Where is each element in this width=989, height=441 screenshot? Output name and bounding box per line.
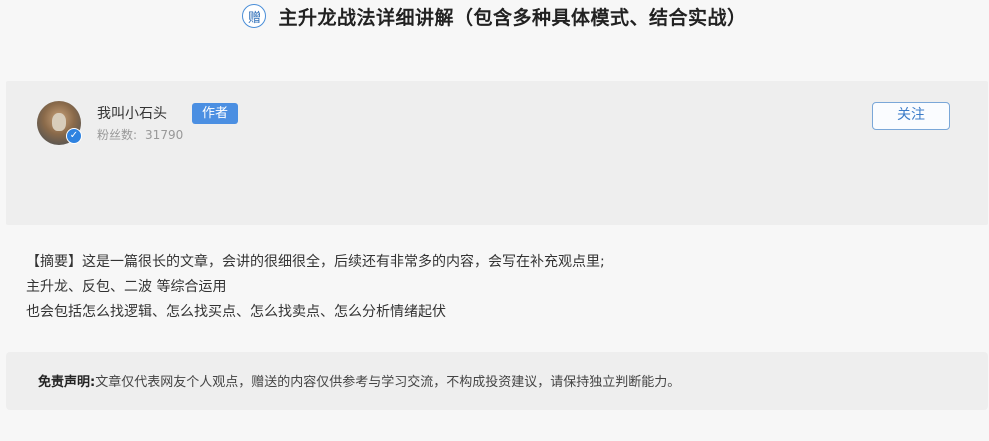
verified-check-icon: ✓ xyxy=(66,128,82,144)
disclaimer-body: 文章仅代表网友个人观点，赠送的内容仅供参考与学习交流，不构成投资建议，请保持独立… xyxy=(95,375,681,390)
summary-line: 主升龙、反包、二波 等综合运用 xyxy=(26,279,227,295)
avatar[interactable]: ✓ xyxy=(37,101,82,145)
follow-button[interactable]: 关注 xyxy=(872,102,950,130)
article-summary: 【摘要】这是一篇很长的文章，会讲的很细很全，后续还有非常多的内容，会写在补充观点… xyxy=(26,250,605,325)
avatar-figure xyxy=(52,113,66,131)
disclaimer-text: 免责声明:文章仅代表网友个人观点，赠送的内容仅供参考与学习交流，不构成投资建议，… xyxy=(38,371,680,390)
author-card: ✓ 我叫小石头 作者 粉丝数: 31790 关注 xyxy=(6,81,988,225)
disclaimer-box: 免责声明:文章仅代表网友个人观点，赠送的内容仅供参考与学习交流，不构成投资建议，… xyxy=(6,352,988,410)
disclaimer-label: 免责声明: xyxy=(38,375,96,390)
summary-line: 也会包括怎么找逻辑、怎么找买点、怎么找卖点、怎么分析情绪起伏 xyxy=(26,304,446,320)
fans-count-line: 粉丝数: 31790 xyxy=(97,126,183,143)
gift-badge-icon: 赠 xyxy=(242,4,267,28)
summary-line: 【摘要】这是一篇很长的文章，会讲的很细很全，后续还有非常多的内容，会写在补充观点… xyxy=(26,254,605,270)
author-badge: 作者 xyxy=(192,103,238,124)
fans-count: 31790 xyxy=(145,128,184,142)
page-title: 主升龙战法详细讲解（包含多种具体模式、结合实战） xyxy=(278,6,747,29)
fans-label: 粉丝数: xyxy=(97,128,138,142)
author-name[interactable]: 我叫小石头 xyxy=(97,103,167,123)
page-header: 赠 主升龙战法详细讲解（包含多种具体模式、结合实战） xyxy=(0,2,989,30)
